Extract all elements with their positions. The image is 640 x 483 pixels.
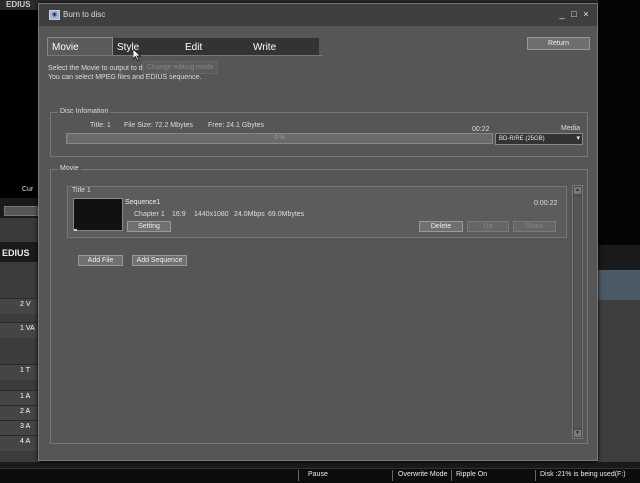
status-divider — [298, 470, 299, 481]
tab-write[interactable]: Write — [249, 38, 319, 55]
timeline-title: EDIUS — [2, 248, 30, 258]
tabs-divider — [47, 55, 323, 56]
track-header[interactable]: 1 A — [0, 390, 40, 406]
status-divider — [535, 470, 536, 481]
description-line-2: You can select MPEG files and EDIUS sequ… — [48, 74, 202, 81]
status-divider — [451, 470, 452, 481]
minimize-button[interactable]: _ — [557, 9, 567, 19]
mouse-pointer-icon — [133, 49, 141, 61]
disc-usage-progress: 0 % — [66, 133, 493, 144]
bitrate: 24.0Mbps — [234, 211, 265, 218]
setting-button[interactable]: Setting — [127, 221, 171, 232]
movie-group: Movie Title 1 Sequence1 0:00:22 Chapter … — [50, 165, 588, 444]
maximize-button[interactable]: □ — [569, 9, 579, 19]
move-down-button[interactable]: Down — [513, 221, 556, 232]
track-header[interactable]: 1 T — [0, 364, 40, 380]
disc-information-group: Disc Infomation Title: 1 File Size: 72.2… — [50, 108, 588, 157]
status-disk: Disk :21% is being used(F:) — [540, 471, 626, 478]
tab-movie[interactable]: Movie — [47, 37, 113, 56]
track-header[interactable]: 2 V — [0, 298, 40, 314]
track-label: 4 A — [20, 438, 31, 445]
thumbnail-marker — [74, 229, 77, 231]
status-pause: Pause — [308, 471, 328, 478]
track-header[interactable]: 3 A — [0, 420, 40, 436]
disc-duration: 00:22 — [472, 126, 490, 133]
tab-style[interactable]: Style — [113, 38, 181, 55]
track-label: 1 T — [20, 367, 30, 374]
status-ripple: Ripple On — [456, 471, 488, 478]
title-label: Title 1 — [72, 187, 91, 194]
status-overwrite: Overwrite Mode — [398, 471, 448, 478]
scrollbar-thumb[interactable] — [574, 196, 581, 428]
add-file-button[interactable]: Add File — [78, 255, 123, 266]
tab-edit[interactable]: Edit — [181, 38, 249, 55]
description-line-1: Select the Movie to output to disc. — [48, 65, 154, 72]
player-preview — [0, 10, 41, 198]
aspect-ratio: 16:9 — [172, 211, 186, 218]
add-sequence-button[interactable]: Add Sequence — [132, 255, 187, 266]
disc-free-space: Free: 24.1 Gbytes — [208, 122, 265, 129]
recorder-preview — [598, 0, 640, 245]
resolution: 1440x1080 — [194, 211, 229, 218]
player-controls — [0, 218, 40, 242]
movie-list-scrollbar[interactable]: ▲ ▼ — [572, 185, 583, 439]
track-label: 2 A — [20, 408, 31, 415]
media-select[interactable]: BD-R/RE (25GB) ▾ — [495, 133, 583, 145]
player-scrub-bar[interactable] — [4, 206, 38, 216]
sequence-duration: 0:00:22 — [534, 200, 558, 207]
move-up-button[interactable]: Up — [467, 221, 509, 232]
close-button[interactable]: × — [581, 9, 591, 19]
media-select-value: BD-R/RE (25GB) — [499, 136, 545, 142]
disc-title-count: Title: 1 — [90, 122, 111, 129]
group-label: Disc Infomation — [58, 108, 111, 115]
dialog-title: Burn to disc — [63, 10, 106, 19]
disc-file-size: File Size: 72.2 Mbytes — [124, 122, 193, 129]
burn-to-disc-dialog: ◉ Burn to disc _ □ × Movie Style Edit Wr… — [38, 3, 598, 461]
app-logo: EDIUS — [6, 0, 31, 9]
tooltip: Change editing mode — [143, 61, 218, 74]
scroll-up-icon[interactable]: ▲ — [574, 187, 581, 194]
track-label: 2 V — [20, 301, 31, 308]
progress-text: 0 % — [274, 135, 285, 141]
track-header[interactable]: 4 A — [0, 435, 40, 451]
chapter-label: Chapter 1 — [134, 211, 165, 218]
dialog-titlebar[interactable]: ◉ Burn to disc _ □ × — [39, 4, 597, 26]
media-label: Media — [561, 125, 581, 132]
sequence-thumbnail[interactable] — [73, 198, 123, 231]
status-divider — [392, 470, 393, 481]
cur-label: Cur — [22, 186, 34, 193]
group-label: Movie — [58, 165, 81, 172]
timeline-ruler[interactable] — [598, 270, 640, 300]
track-label: 3 A — [20, 423, 31, 430]
chevron-down-icon: ▾ — [576, 135, 580, 142]
track-header[interactable]: 1 VA — [0, 322, 40, 338]
disc-burn-icon: ◉ — [49, 10, 60, 20]
track-label: 1 VA — [20, 325, 35, 332]
file-size: 69.0Mbytes — [268, 211, 305, 218]
track-label: 1 A — [20, 393, 31, 400]
sequence-name: Sequence1 — [125, 199, 161, 206]
return-button[interactable]: Return — [527, 37, 590, 50]
scroll-down-icon[interactable]: ▼ — [574, 430, 581, 437]
timeline-track-headers: 2 V 1 VA 1 T 1 A 2 A 3 A 4 A — [0, 262, 40, 462]
track-header[interactable]: 2 A — [0, 405, 40, 421]
status-bar: Pause Overwrite Mode Ripple On Disk :21%… — [0, 468, 640, 483]
delete-button[interactable]: Delete — [419, 221, 463, 232]
title-panel[interactable]: Title 1 Sequence1 0:00:22 Chapter 1 16:9… — [67, 186, 567, 238]
